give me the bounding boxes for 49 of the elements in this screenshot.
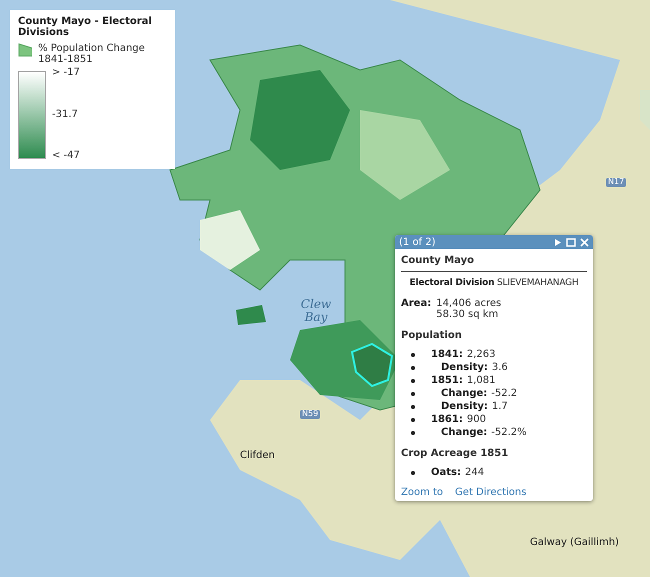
popup-title: County Mayo — [401, 255, 587, 272]
road-sign: N17 — [606, 178, 626, 187]
bullet-icon — [411, 392, 415, 396]
road-sign: N59 — [300, 410, 320, 419]
field-label: Electoral Division — [410, 278, 494, 288]
field-value: SLIEVEMAHANAGH — [497, 278, 578, 288]
bullet-icon — [411, 352, 415, 356]
place-label: Clew Bay — [300, 298, 332, 324]
field-label: Density: — [441, 401, 488, 412]
layer-label: % Population Change 1841-1851 — [38, 43, 146, 65]
ramp-label: -31.7 — [52, 108, 79, 120]
popup-link[interactable]: Zoom to — [401, 487, 444, 498]
bullet-icon — [411, 404, 415, 408]
field-value: -52.2 — [491, 388, 518, 399]
next-icon[interactable] — [554, 238, 562, 246]
ramp-label: > -17 — [52, 67, 80, 78]
field-value: 58.30 sq km — [436, 309, 500, 320]
field-label: Density: — [441, 362, 488, 373]
ramp-label: < -47 — [52, 150, 80, 161]
popup-counter: (1 of 2) — [399, 236, 437, 248]
field-value: 14,406 acres — [436, 298, 502, 309]
bullet-icon — [411, 470, 415, 474]
bullet-icon — [411, 378, 415, 382]
maximize-icon[interactable] — [566, 238, 576, 246]
field-label: 1851: — [431, 375, 463, 386]
field-value: 244 — [464, 467, 484, 478]
close-icon[interactable] — [580, 238, 589, 246]
popup-link[interactable]: Get Directions — [455, 487, 526, 498]
place-label: Galway (Gaillimh) — [530, 537, 619, 548]
field-value: 2,263 — [466, 349, 496, 360]
field-label: Area: — [401, 298, 432, 311]
field-label: Oats: — [431, 467, 461, 478]
field-label: 1861: — [431, 414, 463, 425]
section-heading: Crop Acreage 1851 — [401, 448, 510, 459]
field-value: 1.7 — [492, 401, 508, 412]
bullet-icon — [411, 418, 415, 422]
field-label: Change: — [441, 388, 488, 399]
field-value: 3.6 — [492, 362, 508, 373]
field-value: 900 — [466, 414, 486, 425]
field-value: 1,081 — [466, 375, 496, 386]
bullet-icon — [411, 430, 415, 434]
bullet-icon — [411, 366, 415, 370]
field-label: Change: — [441, 427, 488, 438]
field-label: 1841: — [431, 349, 463, 360]
field-value: -52.2% — [491, 427, 527, 438]
polygon-swatch-icon — [18, 43, 32, 57]
legend-title: County Mayo - Electoral Divisions — [18, 16, 153, 38]
place-label: Clifden — [240, 450, 275, 461]
section-heading: Population — [401, 330, 463, 341]
